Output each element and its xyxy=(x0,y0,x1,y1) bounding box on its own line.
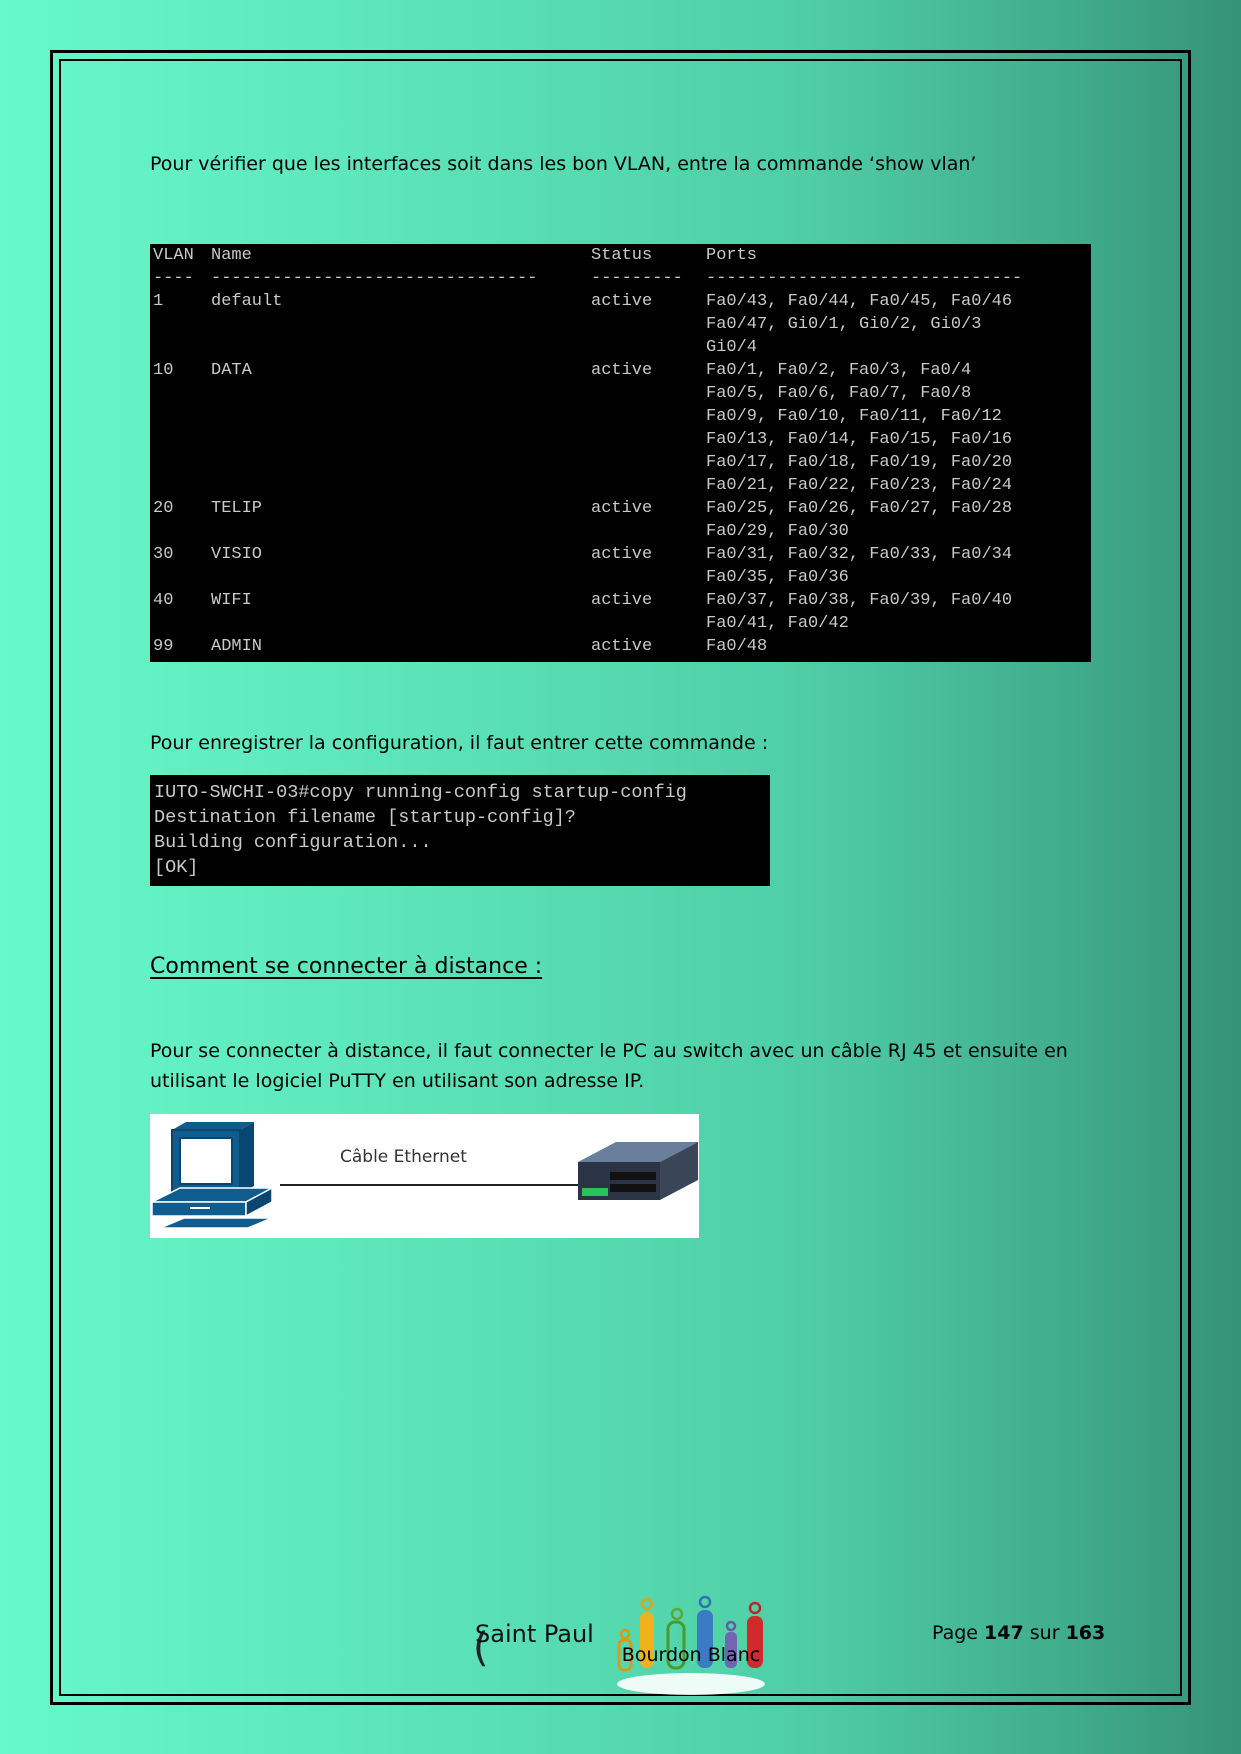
diagram-drawing xyxy=(151,1122,698,1229)
page-current: 147 xyxy=(984,1622,1024,1644)
vlan-status: active xyxy=(591,499,653,518)
terminal-line: IUTO-SWCHI-03#copy running-config startu… xyxy=(154,782,687,803)
vlan-ports-line: Fa0/35, Fa0/36 xyxy=(706,568,849,587)
vlan-ports-line: Fa0/21, Fa0/22, Fa0/23, Fa0/24 xyxy=(706,476,1013,495)
terminal-line: Building configuration... xyxy=(154,832,432,853)
vlan-name: ADMIN xyxy=(211,637,263,656)
header-status: Status xyxy=(591,246,653,265)
vlan-status: active xyxy=(591,545,653,564)
sep-status: --------- xyxy=(591,269,683,288)
vlan-id: 1 xyxy=(153,292,164,311)
page-sep: sur xyxy=(1029,1622,1060,1644)
vlan-ports-line: Fa0/37, Fa0/38, Fa0/39, Fa0/40 xyxy=(706,591,1013,610)
vlan-ports-line: Fa0/41, Fa0/42 xyxy=(706,614,849,633)
vlan-status: active xyxy=(591,361,653,380)
vlan-ports: Fa0/37, Fa0/38, Fa0/39, Fa0/40 Fa0/41, Fa… xyxy=(706,589,1091,635)
vlan-ports: Fa0/1, Fa0/2, Fa0/3, Fa0/4 Fa0/5, Fa0/6, … xyxy=(706,359,1091,497)
vlan-id: 30 xyxy=(153,545,174,564)
vlan-row: 10 DATA active Fa0/1, Fa0/2, Fa0/3, Fa0/4 Fa… xyxy=(150,359,1091,497)
vlan-table-header: VLAN Name Status Ports xyxy=(150,244,1091,267)
connection-diagram: Câble Ethernet xyxy=(150,1114,699,1238)
vlan-id: 20 xyxy=(153,499,174,518)
save-instruction: Pour enregistrer la configuration, il fa… xyxy=(150,732,769,754)
vlan-name: default xyxy=(211,292,283,311)
vlan-ports: Fa0/25, Fa0/26, Fa0/27, Fa0/28 Fa0/29, Fa… xyxy=(706,497,1091,543)
vlan-ports-line: Fa0/1, Fa0/2, Fa0/3, Fa0/4 xyxy=(706,361,972,380)
vlan-ports: Fa0/43, Fa0/44, Fa0/45, Fa0/46 Fa0/47, Gi… xyxy=(706,290,1091,359)
vlan-table-separator: ---- -------------------------------- --… xyxy=(150,267,1091,290)
vlan-ports-line: Gi0/4 xyxy=(706,338,758,357)
vlan-id: 10 xyxy=(153,361,174,380)
page-prefix: Page xyxy=(932,1622,978,1644)
sep-name: -------------------------------- xyxy=(211,269,538,288)
vlan-ports: Fa0/48 xyxy=(706,635,1091,658)
header-vlan: VLAN xyxy=(153,246,194,265)
school-name-part1: Saint Paul xyxy=(475,1620,594,1648)
vlan-name: DATA xyxy=(211,361,252,380)
school-name-part2: Bourdon Blanc xyxy=(621,1644,761,1666)
remote-text-line-2: utilisant le logiciel PuTTY en utilisant… xyxy=(150,1070,645,1092)
sep-ports: ------------------------------- xyxy=(706,269,1023,288)
vlan-ports-line: Fa0/29, Fa0/30 xyxy=(706,522,849,541)
switch-icon xyxy=(578,1142,698,1200)
save-config-terminal: IUTO-SWCHI-03#copy running-config startu… xyxy=(150,775,770,886)
vlan-table-body: 1 default active Fa0/43, Fa0/44, Fa0/45, Fa… xyxy=(150,290,1091,658)
vlan-row: 40 WIFI active Fa0/37, Fa0/38, Fa0/39, Fa0/… xyxy=(150,589,1091,635)
vlan-ports: Fa0/31, Fa0/32, Fa0/33, Fa0/34 Fa0/35, Fa… xyxy=(706,543,1091,589)
sep-vlan: ---- xyxy=(153,269,194,288)
vlan-id: 99 xyxy=(153,637,174,656)
section-heading: Comment se connecter à distance : xyxy=(150,954,543,979)
intro-text: Pour vérifier que les interfaces soit da… xyxy=(150,153,977,175)
vlan-status: active xyxy=(591,637,653,656)
cable-label: Câble Ethernet xyxy=(340,1147,467,1167)
vlan-ports-line: Fa0/31, Fa0/32, Fa0/33, Fa0/34 xyxy=(706,545,1013,564)
terminal-line: Destination filename [startup-config]? xyxy=(154,807,576,828)
vlan-name: WIFI xyxy=(211,591,252,610)
vlan-name: VISIO xyxy=(211,545,263,564)
vlan-status: active xyxy=(591,591,653,610)
computer-icon xyxy=(151,1122,273,1229)
school-logo: Bourdon Blanc xyxy=(607,1588,775,1696)
vlan-row: 99 ADMIN active Fa0/48 xyxy=(150,635,1091,658)
remote-text-line-1: Pour se connecter à distance, il faut co… xyxy=(150,1040,1068,1062)
vlan-table-screenshot: VLAN Name Status Ports ---- ------------… xyxy=(150,244,1091,662)
vlan-ports-line: Fa0/17, Fa0/18, Fa0/19, Fa0/20 xyxy=(706,453,1013,472)
vlan-name: TELIP xyxy=(211,499,263,518)
vlan-status: active xyxy=(591,292,653,311)
vlan-row: 1 default active Fa0/43, Fa0/44, Fa0/45, Fa… xyxy=(150,290,1091,359)
vlan-ports-line: Fa0/47, Gi0/1, Gi0/2, Gi0/3 xyxy=(706,315,982,334)
terminal-line: [OK] xyxy=(154,857,199,878)
vlan-ports-line: Fa0/48 xyxy=(706,637,768,656)
vlan-ports-line: Fa0/43, Fa0/44, Fa0/45, Fa0/46 xyxy=(706,292,1013,311)
header-ports: Ports xyxy=(706,246,758,265)
vlan-row: 30 VISIO active Fa0/31, Fa0/32, Fa0/33, Fa0… xyxy=(150,543,1091,589)
vlan-ports-line: Fa0/5, Fa0/6, Fa0/7, Fa0/8 xyxy=(706,384,972,403)
vlan-ports-line: Fa0/9, Fa0/10, Fa0/11, Fa0/12 xyxy=(706,407,1002,426)
page-number: Page 147 sur 163 xyxy=(932,1622,1105,1644)
header-name: Name xyxy=(211,246,252,265)
vlan-row: 20 TELIP active Fa0/25, Fa0/26, Fa0/27, Fa0… xyxy=(150,497,1091,543)
vlan-ports-line: Fa0/25, Fa0/26, Fa0/27, Fa0/28 xyxy=(706,499,1013,518)
vlan-ports-line: Fa0/13, Fa0/14, Fa0/15, Fa0/16 xyxy=(706,430,1013,449)
vlan-id: 40 xyxy=(153,591,174,610)
people-logo-icon xyxy=(617,1595,765,1695)
page-total: 163 xyxy=(1065,1622,1106,1644)
